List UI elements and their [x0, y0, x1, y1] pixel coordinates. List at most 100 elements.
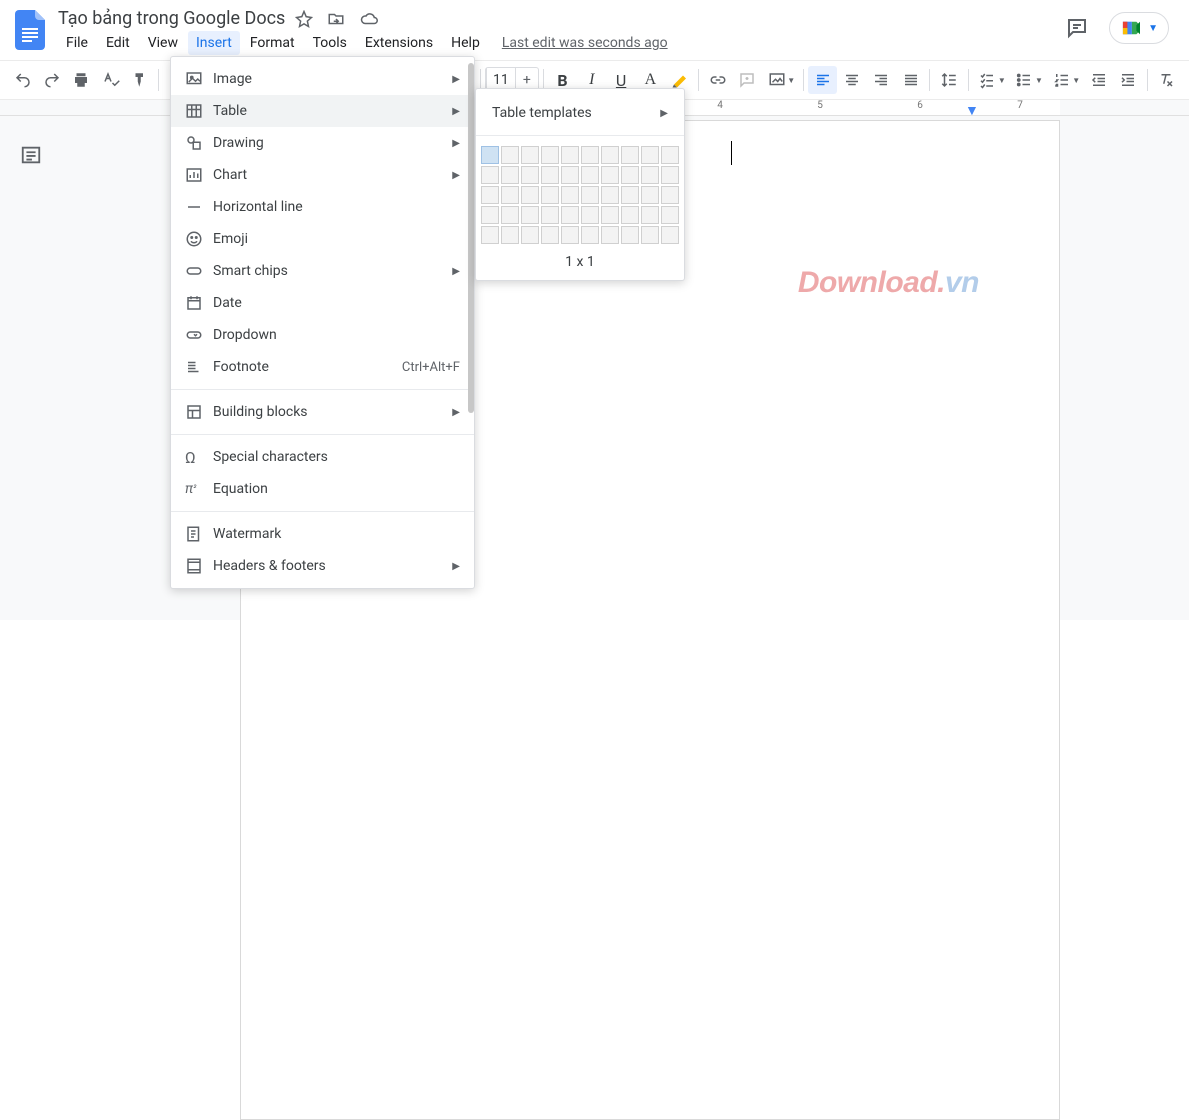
- insert-table[interactable]: Table ▶: [171, 95, 474, 127]
- table-grid-cell[interactable]: [521, 206, 539, 224]
- table-grid-cell[interactable]: [501, 186, 519, 204]
- star-icon[interactable]: [295, 10, 313, 28]
- table-grid-cell[interactable]: [581, 226, 599, 244]
- insert-dropdown[interactable]: Dropdown: [171, 319, 474, 351]
- table-grid-cell[interactable]: [601, 166, 619, 184]
- menu-format[interactable]: Format: [242, 31, 303, 55]
- table-grid-cell[interactable]: [641, 146, 659, 164]
- table-grid-cell[interactable]: [481, 146, 499, 164]
- table-grid-cell[interactable]: [501, 206, 519, 224]
- table-grid-cell[interactable]: [481, 226, 499, 244]
- table-grid-cell[interactable]: [601, 186, 619, 204]
- table-grid-cell[interactable]: [521, 166, 539, 184]
- table-grid-cell[interactable]: [641, 226, 659, 244]
- table-grid-cell[interactable]: [541, 206, 559, 224]
- indent-increase-button[interactable]: [1113, 66, 1142, 94]
- docs-logo[interactable]: [12, 6, 50, 54]
- align-justify-button[interactable]: [896, 66, 925, 94]
- table-grid-cell[interactable]: [561, 166, 579, 184]
- comment-button[interactable]: [733, 66, 762, 94]
- insert-hline[interactable]: Horizontal line: [171, 191, 474, 223]
- table-grid-cell[interactable]: [581, 186, 599, 204]
- insert-building-blocks[interactable]: Building blocks ▶: [171, 396, 474, 428]
- table-grid-cell[interactable]: [581, 146, 599, 164]
- clear-formatting-button[interactable]: [1152, 66, 1181, 94]
- chevron-down-icon[interactable]: ▼: [1035, 76, 1043, 85]
- align-left-button[interactable]: [808, 66, 837, 94]
- menu-edit[interactable]: Edit: [98, 31, 138, 55]
- table-grid-cell[interactable]: [661, 186, 679, 204]
- table-size-grid[interactable]: [476, 146, 684, 244]
- table-grid-cell[interactable]: [481, 166, 499, 184]
- table-grid-cell[interactable]: [561, 206, 579, 224]
- line-spacing-button[interactable]: [934, 66, 963, 94]
- menu-insert[interactable]: Insert: [188, 31, 240, 55]
- move-icon[interactable]: [327, 10, 345, 28]
- link-button[interactable]: [703, 66, 732, 94]
- table-grid-cell[interactable]: [521, 146, 539, 164]
- table-grid-cell[interactable]: [481, 186, 499, 204]
- table-grid-cell[interactable]: [661, 206, 679, 224]
- chevron-down-icon[interactable]: ▼: [998, 76, 1006, 85]
- table-grid-cell[interactable]: [521, 226, 539, 244]
- insert-date[interactable]: Date: [171, 287, 474, 319]
- table-grid-cell[interactable]: [561, 186, 579, 204]
- redo-button[interactable]: [37, 66, 66, 94]
- chevron-down-icon[interactable]: ▼: [1072, 76, 1080, 85]
- table-grid-cell[interactable]: [621, 206, 639, 224]
- menu-scrollbar[interactable]: [468, 63, 474, 582]
- cloud-status-icon[interactable]: [359, 10, 379, 28]
- format-paint-button[interactable]: [125, 66, 154, 94]
- ruler-marker-icon[interactable]: ▼: [965, 102, 975, 112]
- table-grid-cell[interactable]: [541, 166, 559, 184]
- insert-drawing[interactable]: Drawing ▶: [171, 127, 474, 159]
- insert-footnote[interactable]: Footnote Ctrl+Alt+F: [171, 351, 474, 383]
- table-grid-cell[interactable]: [621, 226, 639, 244]
- table-grid-cell[interactable]: [641, 206, 659, 224]
- chevron-down-icon[interactable]: ▼: [787, 76, 795, 85]
- menu-help[interactable]: Help: [443, 31, 488, 55]
- align-right-button[interactable]: [867, 66, 896, 94]
- last-edit-link[interactable]: Last edit was seconds ago: [502, 31, 668, 55]
- outline-toggle-icon[interactable]: [20, 144, 42, 166]
- table-grid-cell[interactable]: [661, 166, 679, 184]
- comments-icon[interactable]: [1065, 16, 1089, 40]
- table-grid-cell[interactable]: [621, 166, 639, 184]
- table-grid-cell[interactable]: [641, 186, 659, 204]
- insert-headers-footers[interactable]: Headers & footers ▶: [171, 550, 474, 582]
- table-grid-cell[interactable]: [661, 146, 679, 164]
- spellcheck-button[interactable]: [96, 66, 125, 94]
- insert-equation[interactable]: π² Equation: [171, 473, 474, 505]
- menu-extensions[interactable]: Extensions: [357, 31, 441, 55]
- table-grid-cell[interactable]: [541, 146, 559, 164]
- undo-button[interactable]: [8, 66, 37, 94]
- table-grid-cell[interactable]: [501, 166, 519, 184]
- align-center-button[interactable]: [837, 66, 866, 94]
- insert-special-chars[interactable]: Ω Special characters: [171, 441, 474, 473]
- insert-image[interactable]: Image ▶: [171, 63, 474, 95]
- table-grid-cell[interactable]: [561, 146, 579, 164]
- table-grid-cell[interactable]: [501, 146, 519, 164]
- table-grid-cell[interactable]: [581, 206, 599, 224]
- table-templates-item[interactable]: Table templates ▶: [476, 97, 684, 129]
- table-grid-cell[interactable]: [481, 206, 499, 224]
- insert-emoji[interactable]: Emoji: [171, 223, 474, 255]
- menu-view[interactable]: View: [140, 31, 186, 55]
- insert-chart[interactable]: Chart ▶: [171, 159, 474, 191]
- insert-watermark[interactable]: Watermark: [171, 518, 474, 550]
- meet-button[interactable]: ▼: [1109, 12, 1169, 44]
- table-grid-cell[interactable]: [601, 206, 619, 224]
- table-grid-cell[interactable]: [581, 166, 599, 184]
- document-title[interactable]: Tạo bảng trong Google Docs: [58, 8, 285, 29]
- insert-smartchips[interactable]: Smart chips ▶: [171, 255, 474, 287]
- table-grid-cell[interactable]: [661, 226, 679, 244]
- table-grid-cell[interactable]: [601, 226, 619, 244]
- table-grid-cell[interactable]: [621, 186, 639, 204]
- menu-file[interactable]: File: [58, 31, 96, 55]
- table-grid-cell[interactable]: [521, 186, 539, 204]
- fontsize-plus[interactable]: +: [516, 72, 538, 88]
- table-grid-cell[interactable]: [641, 166, 659, 184]
- table-grid-cell[interactable]: [541, 226, 559, 244]
- table-grid-cell[interactable]: [601, 146, 619, 164]
- table-grid-cell[interactable]: [561, 226, 579, 244]
